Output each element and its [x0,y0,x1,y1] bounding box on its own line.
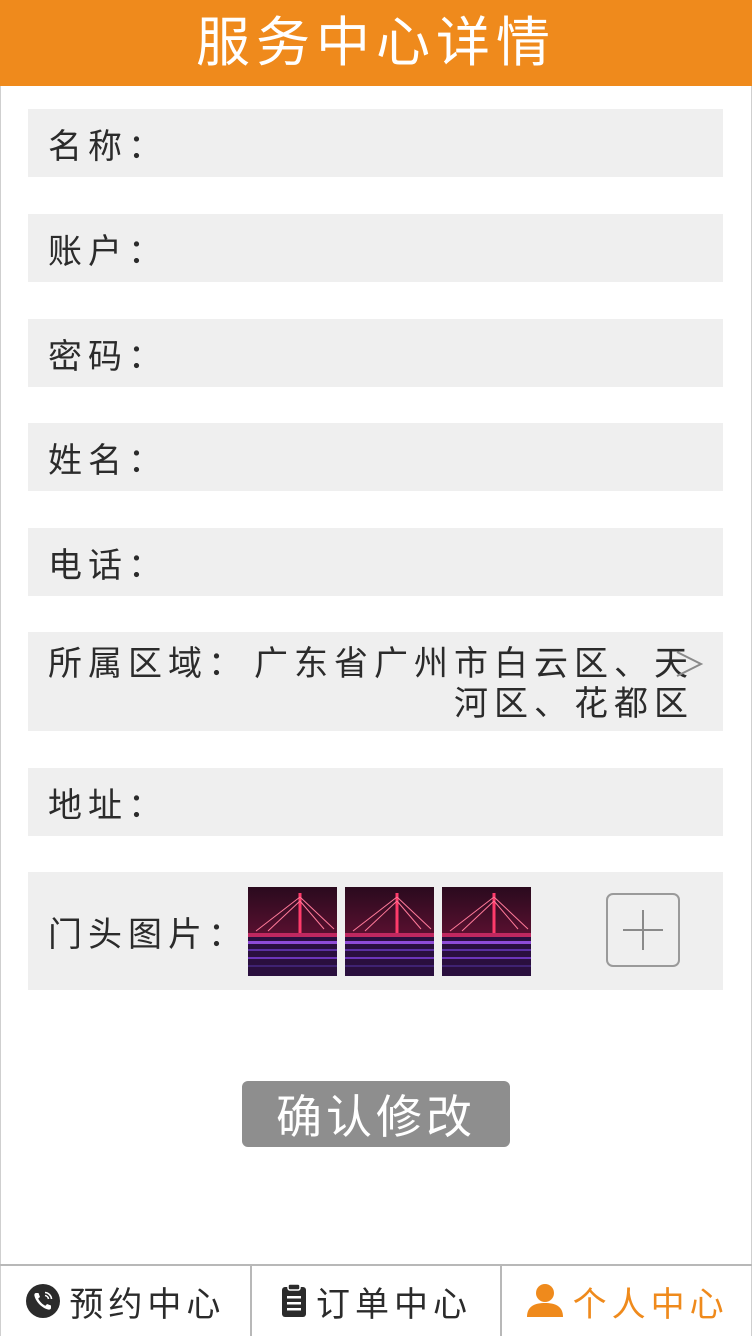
tab-label: 预约中心 [69,1284,226,1325]
storefront-photo[interactable] [345,887,434,976]
tab-order-center[interactable]: 订单中心 [249,1266,501,1336]
page-title: 服务中心详情 [196,11,556,74]
region-field[interactable]: 所属区域： 广东省广州市白云区、天河区、花都区 [28,632,723,731]
clipboard-icon [282,1283,306,1317]
plus-icon [623,910,663,950]
confirm-edit-button[interactable]: 确认修改 [242,1081,510,1147]
phone-icon [26,1284,61,1318]
field-label-account: 账户： [48,231,168,272]
tab-personal-center[interactable]: 个人中心 [500,1266,752,1336]
tab-booking-center[interactable]: 预约中心 [0,1266,250,1336]
field-label-contact-name: 姓名： [48,440,168,481]
bottom-tab-bar: 预约中心 订单中心 个人中心 [0,1264,752,1336]
storefront-photo[interactable] [442,887,531,976]
chevron-right-icon [676,651,704,677]
storefront-photo[interactable] [248,887,337,976]
field-label-region: 所属区域： [48,644,248,684]
user-icon [526,1284,563,1317]
phone-field[interactable]: 电话： [28,528,723,596]
field-label-phone: 电话： [48,545,168,586]
storefront-photos-field: 门头图片： [28,872,723,990]
field-label-name: 名称： [48,126,168,167]
add-photo-button[interactable] [606,893,680,967]
tab-label: 订单中心 [316,1284,472,1325]
field-label-address: 地址： [48,785,168,826]
page-header: 服务中心详情 [0,0,752,86]
address-field[interactable]: 地址： [28,768,723,836]
field-label-photos: 门头图片： [48,914,248,955]
password-field[interactable]: 密码： [28,319,723,387]
contact-name-field[interactable]: 姓名： [28,423,723,491]
account-field[interactable]: 账户： [28,214,723,282]
field-label-password: 密码： [48,336,168,377]
name-field[interactable]: 名称： [28,109,723,177]
tab-label: 个人中心 [572,1284,729,1325]
field-value-region: 广东省广州市白云区、天河区、花都区 [254,644,694,724]
